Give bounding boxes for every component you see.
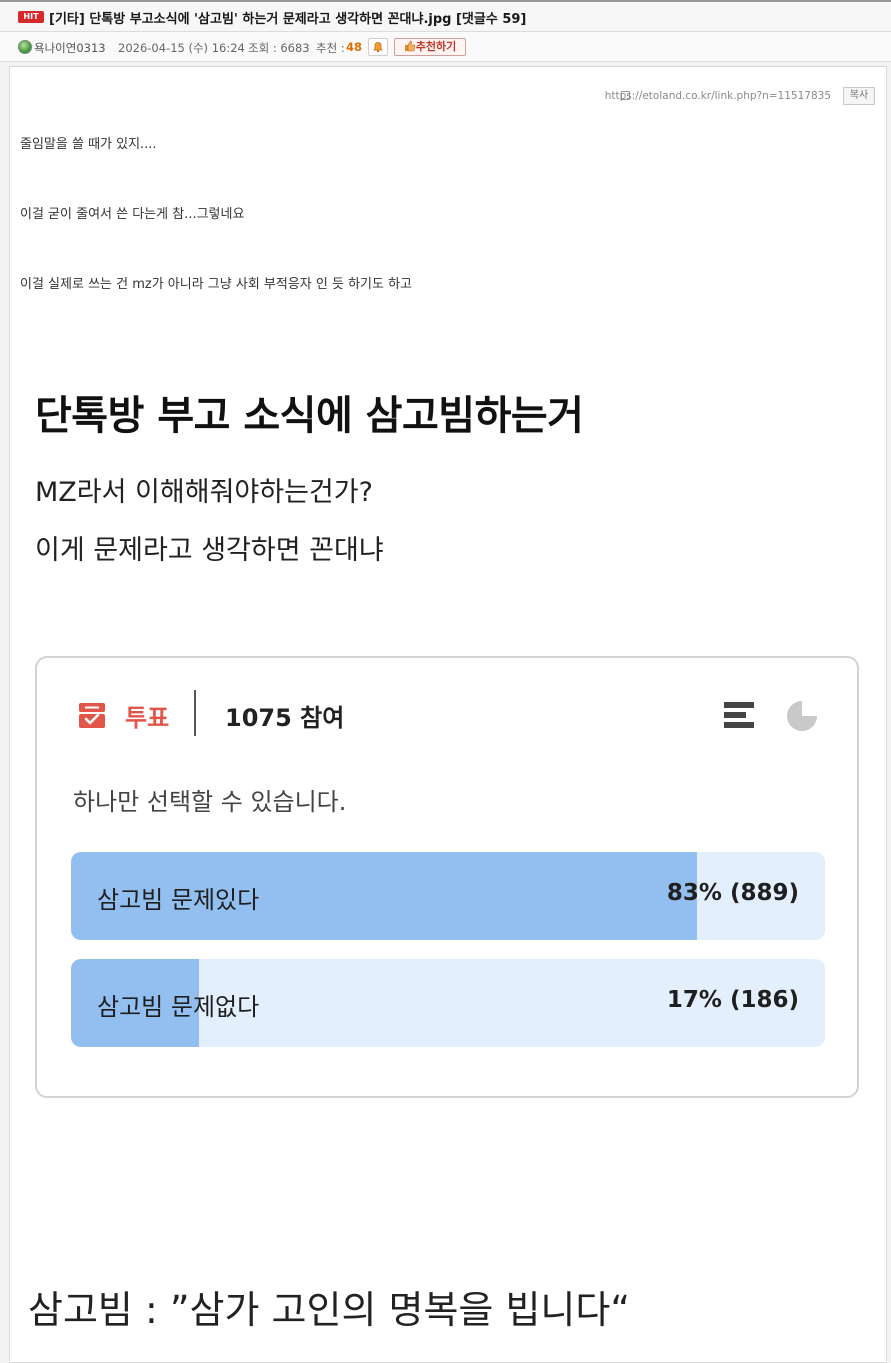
image-subtitle: MZ라서 이해해줘야하는건가? bbox=[35, 477, 373, 508]
alert-button[interactable] bbox=[368, 38, 388, 56]
poll-divider bbox=[194, 690, 196, 736]
poll-option[interactable]: 삼고빔 문제있다 83% (889) bbox=[71, 852, 825, 940]
copy-button[interactable]: 복사 bbox=[843, 87, 875, 105]
body-text-line: 이걸 굳이 줄여서 쓴 다는게 참...그렇네요 bbox=[20, 207, 245, 222]
hit-badge: HIT bbox=[18, 11, 44, 23]
poll-option-result: 17% (186) bbox=[666, 987, 799, 1013]
poll-label: 투표 bbox=[125, 704, 170, 732]
recommend-button-label: 추천하기 bbox=[415, 40, 457, 53]
author-name[interactable]: 욕나이연0313 bbox=[34, 40, 106, 56]
recommend-button[interactable]: 추천하기 bbox=[394, 38, 466, 56]
globe-icon bbox=[18, 40, 32, 54]
post-meta-bar: 욕나이연0313 2026-04-15 (수) 16:24 조회 : 6683 … bbox=[0, 32, 891, 62]
body-text-line: 이걸 실제로 쓰는 건 mz가 아니라 그냥 사회 부적응자 인 듯 하기도 하… bbox=[20, 277, 412, 292]
pie-chart-icon[interactable] bbox=[785, 699, 819, 733]
thumbs-up-icon bbox=[404, 40, 416, 52]
post-content: https://etoland.co.kr/link.php?n=1151783… bbox=[9, 66, 887, 1363]
poll-option-result: 83% (889) bbox=[666, 880, 799, 906]
post-date: 2026-04-15 (수) 16:24 bbox=[118, 41, 245, 55]
poll-participants: 1075 참여 bbox=[225, 704, 345, 732]
poll-card: 투표 1075 참여 하나만 선택할 수 있습니다. 삼고빔 문제있다 83% … bbox=[35, 656, 859, 1098]
recommend-count: 48 bbox=[346, 40, 363, 54]
post-title: [기타] 단톡방 부고소식에 '삼고빔' 하는거 문제라고 생각하면 꼰대냐.j… bbox=[49, 12, 527, 27]
view-count: 조회 : 6683 bbox=[248, 41, 310, 55]
post-title-bar: HIT [기타] 단톡방 부고소식에 '삼고빔' 하는거 문제라고 생각하면 꼰… bbox=[0, 0, 891, 32]
permalink-row: https://etoland.co.kr/link.php?n=1151783… bbox=[605, 87, 875, 105]
poll-instruction: 하나만 선택할 수 있습니다. bbox=[73, 788, 347, 816]
recommend-label: 추천 : bbox=[316, 41, 345, 55]
bar-list-icon[interactable] bbox=[723, 699, 755, 731]
bell-icon bbox=[373, 42, 383, 52]
poll-option-label: 삼고빔 문제있다 bbox=[97, 886, 260, 914]
image-caption: 삼고빔 : ”삼가 고인의 명복을 빕니다“ bbox=[28, 1288, 631, 1332]
ballot-box-icon bbox=[79, 703, 105, 728]
image-subtitle: 이게 문제라고 생각하면 꼰대냐 bbox=[35, 535, 384, 566]
poll-option[interactable]: 삼고빔 문제없다 17% (186) bbox=[71, 959, 825, 1047]
permalink-url[interactable]: https://etoland.co.kr/link.php?n=1151783… bbox=[605, 90, 831, 102]
image-title: 단톡방 부고 소식에 삼고빔하는거 bbox=[35, 393, 584, 439]
body-text-line: 줄임말을 쓸 때가 있지.... bbox=[20, 137, 157, 152]
poll-option-label: 삼고빔 문제없다 bbox=[97, 993, 260, 1021]
